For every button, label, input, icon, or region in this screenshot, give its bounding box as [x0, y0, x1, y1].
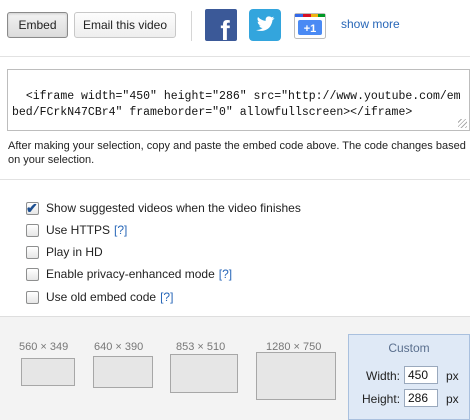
- facebook-icon-glyph: f: [220, 15, 230, 41]
- email-video-button-label: Email this video: [82, 18, 168, 32]
- option-label: Enable privacy-enhanced mode: [46, 267, 215, 281]
- option-label: Show suggested videos when the video fin…: [46, 201, 301, 215]
- facebook-share-button[interactable]: f: [205, 9, 237, 46]
- google-plus-one-button[interactable]: +1: [294, 13, 326, 39]
- option-checkbox[interactable]: [26, 223, 39, 237]
- google-plus-one-icon: +1: [294, 13, 326, 39]
- size-option-label: 560 × 349: [19, 341, 69, 353]
- google-plus-one-label: +1: [304, 23, 317, 35]
- option-play-in-hd[interactable]: Play in HD: [26, 244, 107, 260]
- size-preview-box[interactable]: [21, 358, 75, 386]
- option-checkbox[interactable]: ✔: [26, 199, 39, 216]
- embed-code-textarea[interactable]: <iframe width="450" height="286" src="ht…: [7, 69, 470, 131]
- checkmark-icon: ✔: [26, 199, 38, 216]
- size-preview-box[interactable]: [170, 354, 238, 393]
- option-help-link[interactable]: [?]: [114, 223, 127, 237]
- option-suggested-videos[interactable]: ✔ Show suggested videos when the video f…: [26, 200, 305, 216]
- size-option-label: 640 × 390: [94, 341, 144, 353]
- show-more-link[interactable]: show more: [341, 17, 400, 31]
- size-option-label: 853 × 510: [176, 341, 226, 353]
- option-privacy-enhanced[interactable]: Enable privacy-enhanced mode [?]: [26, 266, 232, 282]
- width-input[interactable]: [404, 366, 438, 384]
- facebook-icon: f: [205, 9, 237, 46]
- resize-grip-icon[interactable]: [458, 119, 467, 128]
- toolbar-separator: [0, 56, 470, 57]
- option-old-embed-code[interactable]: Use old embed code [?]: [26, 289, 173, 305]
- embed-help-text: After making your selection, copy and pa…: [8, 140, 466, 166]
- height-input[interactable]: [404, 389, 438, 407]
- option-use-https[interactable]: Use HTTPS [?]: [26, 222, 127, 238]
- width-label: Width:: [366, 369, 401, 383]
- options-separator: [0, 179, 470, 180]
- embed-button[interactable]: Embed: [7, 12, 68, 38]
- custom-size-title: Custom: [388, 341, 430, 355]
- size-preview-box[interactable]: [256, 352, 336, 400]
- embed-button-label: Embed: [18, 18, 57, 32]
- option-checkbox[interactable]: [26, 267, 39, 281]
- embed-code-text: <iframe width="450" height="286" src="ht…: [12, 90, 461, 119]
- toolbar-divider: [191, 11, 192, 41]
- option-help-link[interactable]: [?]: [160, 290, 173, 304]
- height-unit: px: [446, 392, 459, 406]
- height-label: Height:: [362, 392, 401, 406]
- option-checkbox[interactable]: [26, 290, 39, 304]
- option-help-link[interactable]: [?]: [219, 267, 232, 281]
- option-label: Play in HD: [46, 245, 103, 259]
- size-preview-box[interactable]: [93, 356, 153, 388]
- twitter-share-button[interactable]: [249, 9, 281, 41]
- option-label: Use old embed code: [46, 290, 157, 304]
- email-video-button[interactable]: Email this video: [74, 12, 176, 38]
- width-unit: px: [446, 369, 459, 383]
- option-label: Use HTTPS: [46, 223, 111, 237]
- custom-size-panel[interactable]: Custom Width: px Height: px: [348, 334, 470, 420]
- option-checkbox[interactable]: [26, 245, 39, 259]
- twitter-icon: [249, 9, 281, 41]
